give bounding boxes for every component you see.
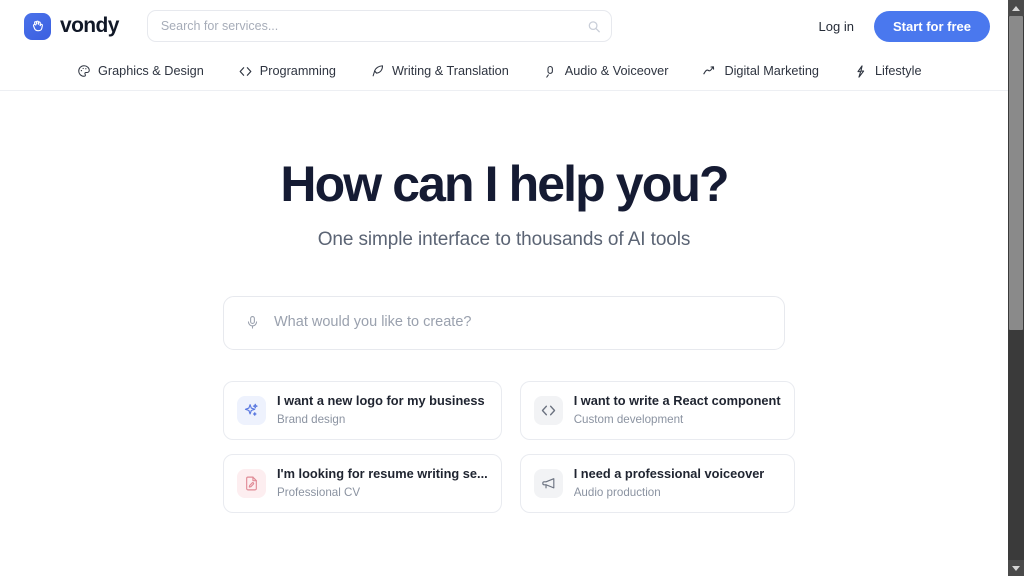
- lightning-bolt-icon: [853, 64, 868, 79]
- suggestion-card-subtitle: Audio production: [573, 485, 661, 499]
- service-search-box[interactable]: Search for services...: [146, 10, 612, 42]
- nav-item-label: Audio & Voiceover: [564, 64, 669, 78]
- header-actions: Log in Start for free: [819, 10, 990, 42]
- suggestion-card-subtitle: Custom development: [573, 412, 684, 426]
- shaka-hand-icon: [24, 12, 51, 40]
- nav-item-programming[interactable]: Programming: [221, 52, 353, 90]
- site-header: vondy Search for services... Log in Star…: [0, 0, 1008, 52]
- brand-logo[interactable]: vondy: [24, 12, 119, 40]
- scroll-down-arrow-icon[interactable]: [1008, 560, 1024, 576]
- microphone-icon[interactable]: [244, 315, 260, 331]
- trend-up-arrow-icon: [702, 64, 717, 79]
- microphone-icon: [543, 64, 558, 79]
- page-title: How can I help you?: [280, 156, 729, 212]
- vertical-scrollbar[interactable]: [1008, 0, 1024, 576]
- code-brackets-icon: [533, 395, 563, 425]
- suggestion-card-resume[interactable]: I'm looking for resume writing se... Pro…: [223, 453, 502, 513]
- nav-item-lifestyle[interactable]: Lifestyle: [836, 52, 939, 90]
- suggestion-cards: I want a new logo for my business Brand …: [223, 380, 795, 513]
- quill-pen-icon: [370, 64, 385, 79]
- prompt-input[interactable]: What would you like to create?: [223, 295, 785, 350]
- suggestion-card-title: I need a professional voiceover: [573, 466, 765, 482]
- suggestion-card-subtitle: Professional CV: [277, 485, 361, 499]
- nav-item-audio-voiceover[interactable]: Audio & Voiceover: [526, 52, 686, 90]
- nav-item-label: Writing & Translation: [391, 64, 509, 78]
- suggestion-card-text: I need a professional voiceover Audio pr…: [574, 466, 765, 500]
- nav-item-label: Digital Marketing: [724, 64, 819, 78]
- login-link[interactable]: Log in: [819, 19, 854, 34]
- service-search[interactable]: Search for services...: [146, 10, 612, 42]
- main-content: How can I help you? One simple interface…: [0, 91, 1008, 513]
- suggestion-card-text: I want to write a React component Custom…: [574, 393, 781, 427]
- page-subtitle: One simple interface to thousands of AI …: [317, 228, 691, 250]
- suggestion-card-text: I'm looking for resume writing se... Pro…: [277, 466, 488, 500]
- prompt-placeholder: What would you like to create?: [274, 314, 472, 331]
- suggestion-card-subtitle: Brand design: [277, 412, 346, 426]
- file-edit-icon: [237, 468, 266, 498]
- scroll-up-arrow-icon[interactable]: [1008, 0, 1024, 16]
- nav-item-label: Programming: [259, 64, 336, 78]
- suggestion-card-react[interactable]: I want to write a React component Custom…: [519, 380, 795, 440]
- start-for-free-button[interactable]: Start for free: [873, 10, 990, 42]
- nav-item-label: Graphics & Design: [98, 64, 204, 78]
- nav-item-label: Lifestyle: [874, 64, 922, 78]
- nav-item-digital-marketing[interactable]: Digital Marketing: [685, 52, 836, 90]
- suggestion-card-voiceover[interactable]: I need a professional voiceover Audio pr…: [519, 453, 795, 513]
- code-brackets-icon: [238, 64, 253, 79]
- scrollbar-thumb[interactable]: [1009, 16, 1023, 330]
- suggestion-card-logo[interactable]: I want a new logo for my business Brand …: [223, 380, 502, 440]
- category-navbar: Graphics & Design Programming Writing & …: [0, 52, 1008, 91]
- suggestion-card-title: I want to write a React component: [573, 393, 781, 409]
- service-search-placeholder: Search for services...: [160, 18, 279, 33]
- suggestion-card-title: I want a new logo for my business: [277, 393, 485, 409]
- search-icon[interactable]: [587, 19, 602, 34]
- nav-item-writing-translation[interactable]: Writing & Translation: [353, 52, 526, 90]
- nav-item-graphics-design[interactable]: Graphics & Design: [24, 52, 221, 90]
- palette-icon: [76, 64, 91, 79]
- brand-name: vondy: [60, 14, 119, 37]
- megaphone-icon: [533, 468, 563, 498]
- page-content: vondy Search for services... Log in Star…: [0, 0, 1008, 576]
- suggestion-card-text: I want a new logo for my business Brand …: [277, 393, 485, 427]
- suggestion-card-title: I'm looking for resume writing se...: [277, 466, 488, 482]
- browser-viewport: vondy Search for services... Log in Star…: [0, 0, 1024, 576]
- sparkles-icon: [237, 395, 266, 425]
